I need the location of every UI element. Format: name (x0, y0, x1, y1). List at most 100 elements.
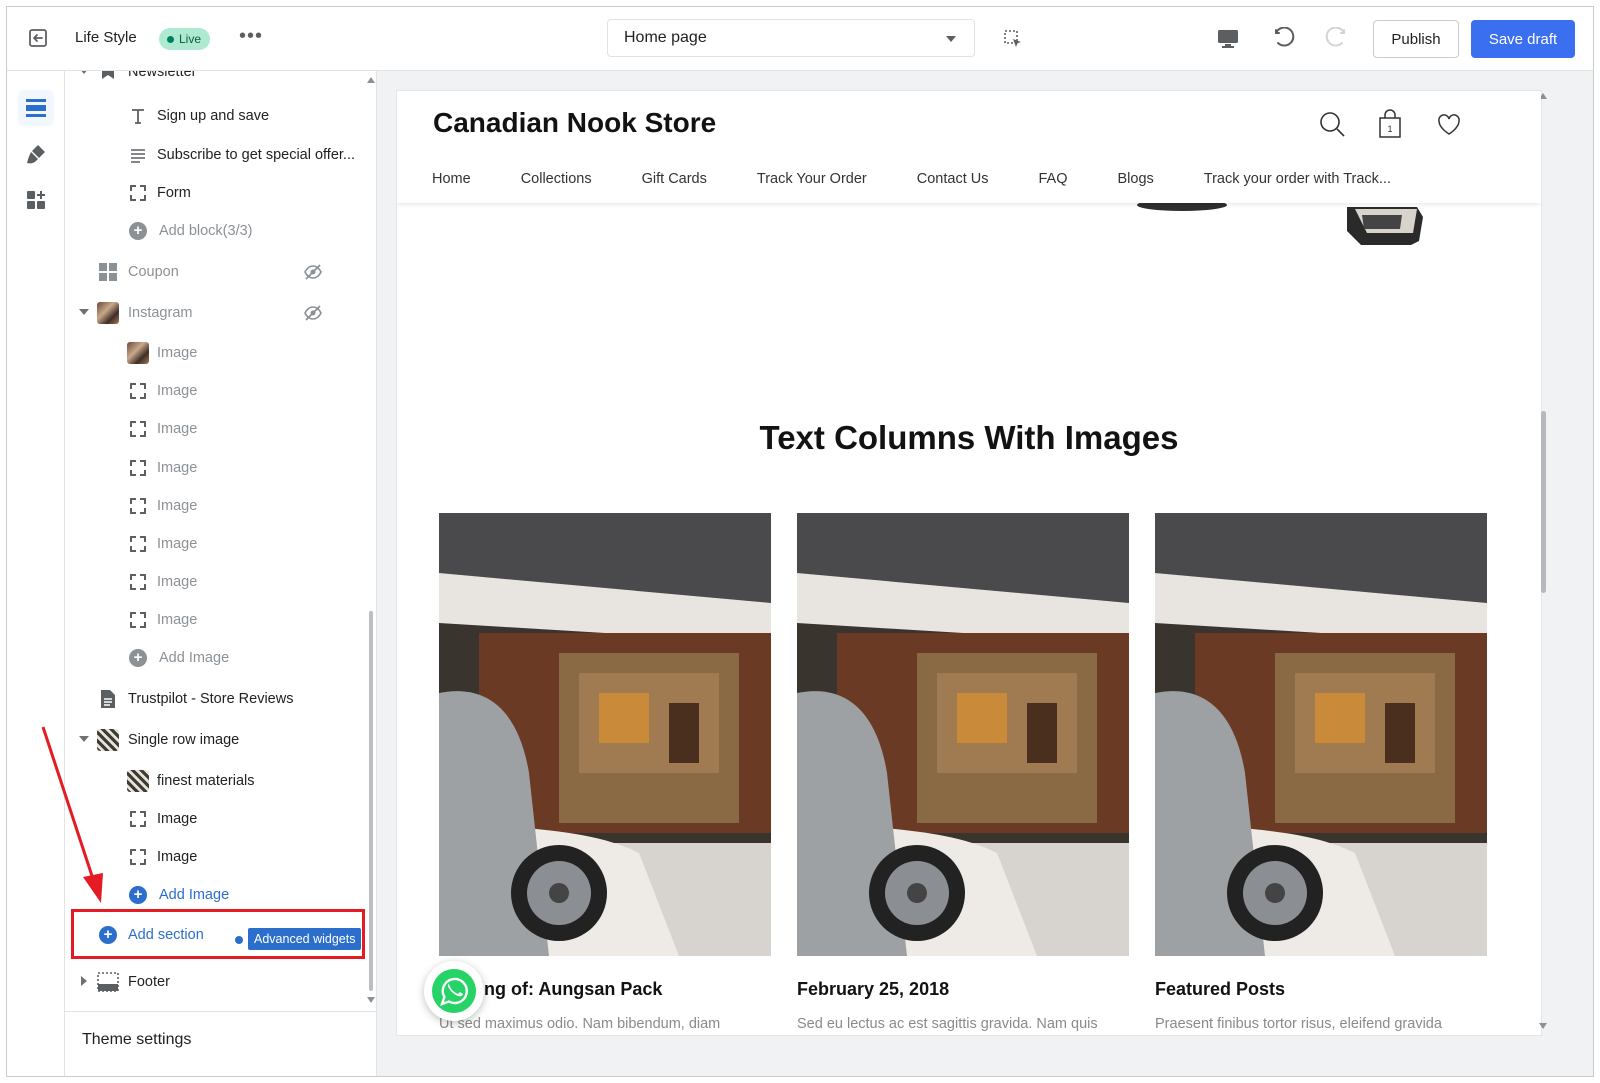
inspector-icon[interactable] (1003, 29, 1023, 49)
hidden-eye-icon[interactable] (303, 303, 323, 323)
column-image[interactable] (1155, 513, 1487, 956)
section-single-row-image[interactable]: Single row image (65, 723, 365, 757)
block-label: Image (157, 612, 198, 628)
block-heading[interactable]: Sign up and save (65, 99, 365, 133)
dashed-box-icon (127, 808, 149, 830)
section-newsletter[interactable]: Newsletter (65, 71, 365, 89)
block-finest-materials[interactable]: finest materials (65, 764, 365, 798)
add-image-button[interactable]: + Add Image (65, 641, 365, 675)
undo-icon[interactable] (1272, 26, 1296, 51)
chevron-down-icon[interactable] (79, 71, 89, 74)
nav-home[interactable]: Home (432, 171, 471, 187)
hidden-eye-icon[interactable] (303, 262, 323, 282)
publish-button[interactable]: Publish (1373, 20, 1459, 58)
section-footer[interactable]: Footer (65, 965, 365, 999)
add-block-button[interactable]: + Add block(3/3) (65, 214, 365, 248)
nav-faq[interactable]: FAQ (1038, 171, 1067, 187)
top-bar: Life Style Live ••• Home page Publish Sa… (7, 7, 1593, 71)
store-name[interactable]: Canadian Nook Store (433, 107, 716, 139)
store-preview: Canadian Nook Store 1 Home Collections G… (397, 91, 1541, 1035)
nav-track-with[interactable]: Track your order with Track... (1204, 171, 1391, 187)
column-text: Praesent finibus tortor risus, eleifend … (1155, 1016, 1442, 1032)
column-image[interactable] (439, 513, 771, 956)
block-image[interactable]: Image (65, 412, 365, 446)
section-label: Footer (128, 974, 170, 990)
block-label: Subscribe to get special offer... (157, 147, 356, 163)
theme-brush-icon[interactable] (18, 136, 54, 172)
section-title: Text Columns With Images (759, 419, 1179, 456)
block-image[interactable]: Image (65, 603, 365, 637)
dashed-box-icon (127, 418, 149, 440)
dashed-box-icon (127, 533, 149, 555)
scroll-down-icon[interactable] (367, 997, 375, 1003)
block-image[interactable]: Image (65, 565, 365, 599)
highlight-box (71, 909, 365, 959)
section-label: Instagram (128, 305, 193, 321)
image-thumb-icon (127, 342, 149, 364)
nav-contact[interactable]: Contact Us (917, 171, 989, 187)
scrollbar-thumb[interactable] (369, 611, 373, 991)
chevron-down-icon[interactable] (79, 736, 89, 742)
bookmark-icon (97, 71, 119, 83)
block-image[interactable]: Image (65, 489, 365, 523)
block-form[interactable]: Form (65, 176, 365, 210)
block-image[interactable]: Image (65, 336, 365, 370)
cart-icon[interactable]: 1 (1375, 109, 1405, 139)
footer-layout-icon (97, 971, 119, 993)
more-actions-button[interactable]: ••• (239, 25, 263, 48)
sidebar-scrollbar[interactable] (365, 71, 376, 1011)
whatsapp-icon[interactable] (424, 961, 484, 1021)
block-image[interactable]: Image (65, 527, 365, 561)
image-thumb-icon (97, 302, 119, 324)
section-trustpilot[interactable]: Trustpilot - Store Reviews (65, 682, 365, 716)
add-image-label: Add Image (159, 650, 230, 666)
app-blocks-icon[interactable] (18, 182, 54, 218)
section-label: Trustpilot - Store Reviews (128, 691, 294, 707)
nav-gift-cards[interactable]: Gift Cards (642, 171, 707, 187)
preview-scrollbar[interactable] (1537, 91, 1549, 1035)
scroll-up-icon[interactable] (367, 77, 375, 83)
dashed-box-icon (127, 380, 149, 402)
block-image[interactable]: Image (65, 374, 365, 408)
sections-icon[interactable] (18, 90, 54, 126)
plus-circle-icon: + (127, 220, 149, 242)
plus-circle-icon: + (127, 884, 149, 906)
scroll-down-icon[interactable] (1539, 1023, 1547, 1029)
block-image[interactable]: Image (65, 840, 365, 874)
store-nav: Home Collections Gift Cards Track Your O… (432, 171, 1391, 187)
block-image[interactable]: Image (65, 451, 365, 485)
chevron-down-icon[interactable] (79, 309, 89, 315)
chevron-down-icon (946, 36, 956, 42)
dashed-box-icon (127, 495, 149, 517)
block-subheading[interactable]: Subscribe to get special offer... (65, 138, 365, 172)
nav-collections[interactable]: Collections (521, 171, 592, 187)
pattern-thumb-icon (127, 770, 149, 792)
theme-settings-link[interactable]: Theme settings (82, 1031, 191, 1049)
paragraph-icon (127, 144, 149, 166)
page-select[interactable]: Home page (607, 19, 975, 57)
save-draft-button[interactable]: Save draft (1471, 20, 1575, 58)
exit-icon[interactable] (27, 27, 49, 49)
store-header: Canadian Nook Store 1 Home Collections G… (397, 91, 1541, 203)
search-icon[interactable] (1317, 109, 1347, 139)
desktop-view-icon[interactable] (1217, 29, 1239, 49)
text-icon (127, 105, 149, 127)
redo-icon[interactable] (1324, 26, 1348, 51)
section-instagram[interactable]: Instagram (65, 296, 365, 330)
add-image-button[interactable]: + Add Image (65, 878, 365, 912)
nav-track-order[interactable]: Track Your Order (757, 171, 867, 187)
grid-icon (97, 261, 119, 283)
block-label: Form (157, 185, 191, 201)
block-label: Image (157, 460, 198, 476)
section-coupon[interactable]: Coupon (65, 255, 365, 289)
column-image[interactable] (797, 513, 1129, 956)
add-block-label: Add block(3/3) (159, 223, 253, 239)
chevron-right-icon[interactable] (81, 976, 87, 986)
block-image[interactable]: Image (65, 802, 365, 836)
heart-icon[interactable] (1434, 109, 1464, 139)
scrollbar-thumb[interactable] (1541, 411, 1546, 593)
nav-blogs[interactable]: Blogs (1118, 171, 1154, 187)
live-dot-icon (167, 35, 174, 43)
divider (65, 1011, 376, 1012)
pattern-thumb-icon (97, 729, 119, 751)
